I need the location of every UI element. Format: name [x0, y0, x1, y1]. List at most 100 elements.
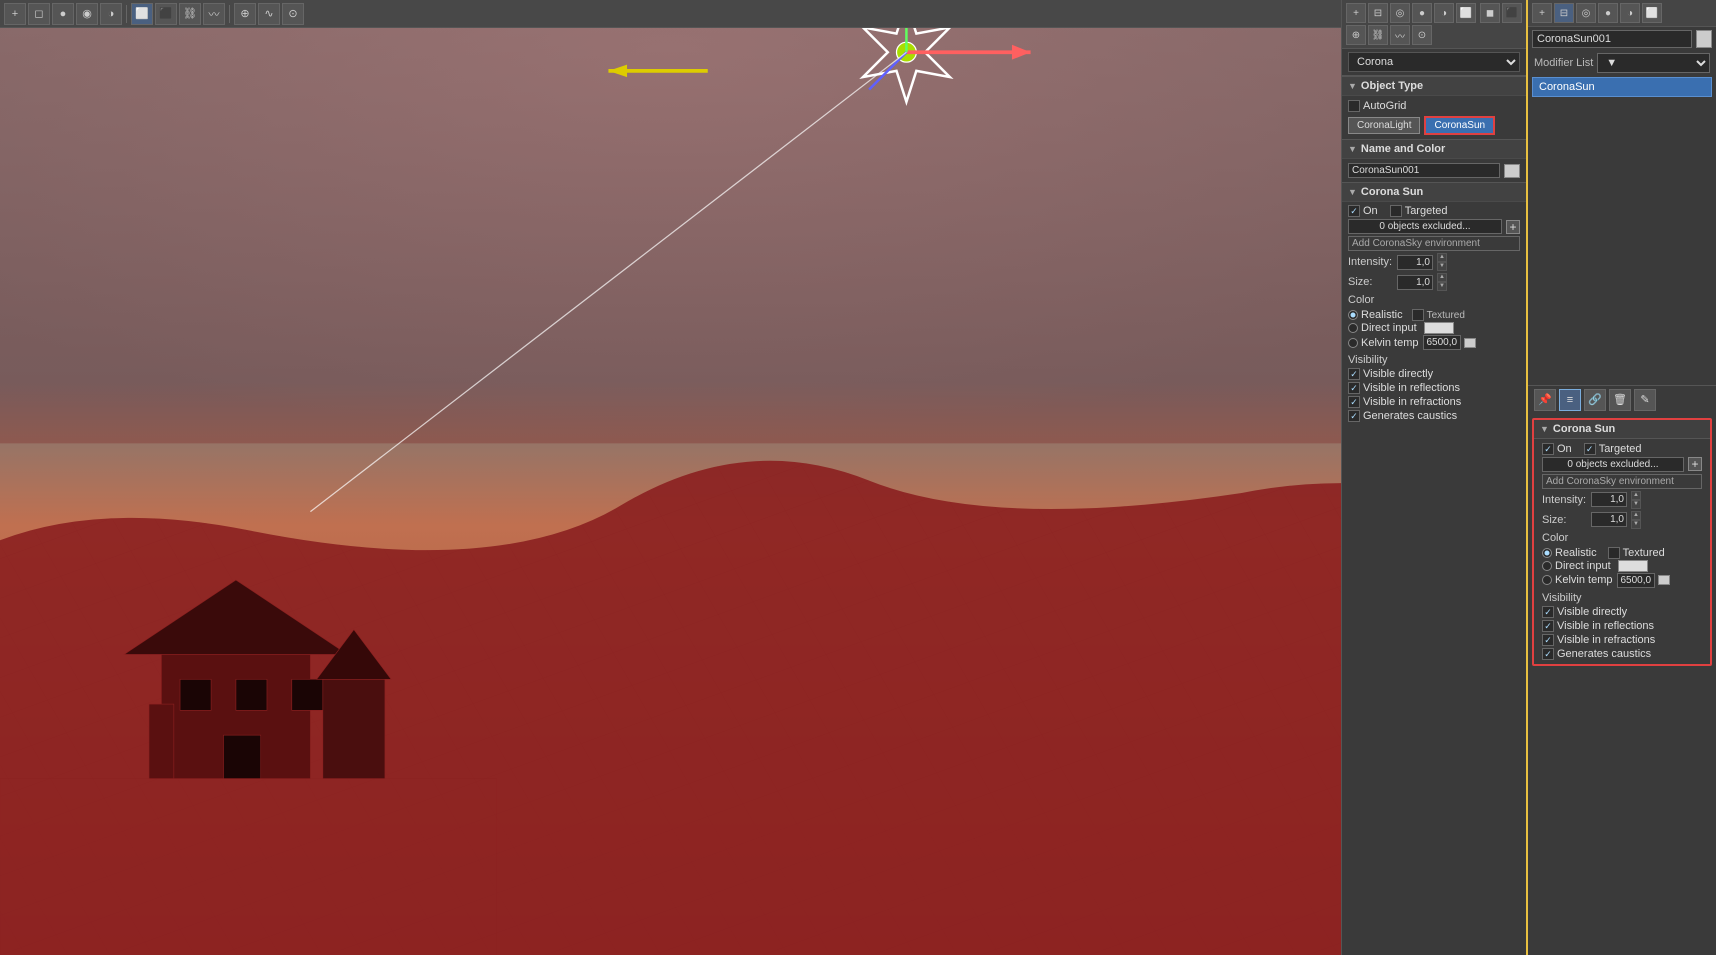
object-type-header[interactable]: ▼ Object Type — [1342, 76, 1526, 96]
mod-utilities-btn[interactable]: ⬜ — [1642, 3, 1662, 23]
cs-intensity-up[interactable]: ▲ — [1631, 491, 1641, 500]
cs-size-input[interactable] — [1591, 512, 1627, 527]
mod-modify-btn[interactable]: ⊟ — [1554, 3, 1574, 23]
size-input[interactable] — [1397, 275, 1433, 290]
mod-create-btn[interactable]: + — [1532, 3, 1552, 23]
kelvin-radio-label[interactable]: Kelvin temp — [1348, 335, 1520, 350]
autogrid-checkbox-label[interactable]: AutoGrid — [1348, 100, 1406, 112]
cs-targeted-text: Targeted — [1599, 443, 1642, 455]
tb-chain-btn[interactable]: ⛓ — [179, 3, 201, 25]
mod-edit-btn[interactable]: ✎ — [1634, 389, 1656, 411]
tb-tilde-btn[interactable]: ∿ — [258, 3, 280, 25]
cs-targeted-label[interactable]: Targeted — [1584, 443, 1642, 455]
kelvin-input[interactable] — [1423, 335, 1461, 350]
cs-on-label[interactable]: On — [1542, 443, 1572, 455]
cs-realistic-label[interactable]: Realistic Textured — [1542, 547, 1702, 559]
corona-sun-section-header[interactable]: ▼ Corona Sun — [1342, 182, 1526, 202]
modifier-name-input[interactable] — [1532, 30, 1692, 48]
chain-btn2[interactable]: ⛓ — [1368, 25, 1388, 45]
cs-intensity-input[interactable] — [1591, 492, 1627, 507]
mod-motion-btn[interactable]: ● — [1598, 3, 1618, 23]
display-btn[interactable]: ◑ — [1434, 3, 1454, 23]
textured-label-wrap[interactable]: Textured — [1412, 309, 1465, 321]
cs-kelvin-input[interactable] — [1617, 573, 1655, 588]
name-color-header[interactable]: ▼ Name and Color — [1342, 139, 1526, 159]
direct-input-radio-label[interactable]: Direct input — [1348, 322, 1520, 334]
size-down[interactable]: ▼ — [1437, 282, 1447, 291]
direct-input-swatch[interactable] — [1424, 322, 1454, 334]
config-btn[interactable]: ⊕ — [1346, 25, 1366, 45]
cs-size-up[interactable]: ▲ — [1631, 511, 1641, 520]
intensity-input[interactable] — [1397, 255, 1433, 270]
exclude-btn[interactable]: 0 objects excluded... — [1348, 219, 1502, 234]
viewport[interactable]: + ◻ ● ◉ ◑ ⬜ ⬛ ⛓ 〰 ⊕ ∿ ⊙ — [0, 0, 1341, 955]
visible-refractions-label[interactable]: Visible in refractions — [1348, 396, 1461, 408]
tb-ring-btn[interactable]: ◉ — [76, 3, 98, 25]
cs-size-spinner[interactable]: ▲ ▼ — [1631, 511, 1641, 529]
mod-hierarchy-btn[interactable]: ◎ — [1576, 3, 1596, 23]
cs-generates-caustics-label[interactable]: Generates caustics — [1542, 648, 1651, 660]
visible-directly-label[interactable]: Visible directly — [1348, 368, 1433, 380]
category-dropdown[interactable]: Corona — [1348, 52, 1520, 72]
cs-exclude-btn[interactable]: 0 objects excluded... — [1542, 457, 1684, 472]
create-tab-btn[interactable]: + — [4, 3, 26, 25]
corona-light-btn[interactable]: CoronaLight — [1348, 117, 1420, 134]
object-color-swatch[interactable] — [1504, 164, 1520, 178]
cs-direct-radio — [1542, 561, 1552, 571]
tb-circle-btn[interactable]: ● — [52, 3, 74, 25]
cs-exclude-add-btn[interactable]: + — [1688, 457, 1702, 471]
create-mode-btn[interactable]: + — [1346, 3, 1366, 23]
visible-reflections-label[interactable]: Visible in reflections — [1348, 382, 1460, 394]
cs-vis-directly-label[interactable]: Visible directly — [1542, 606, 1627, 618]
mod-display-btn[interactable]: ◑ — [1620, 3, 1640, 23]
pin-btn[interactable]: ◼ — [1480, 3, 1500, 23]
hierarchy-btn[interactable]: ◎ — [1390, 3, 1410, 23]
cs-add-sky-btn[interactable]: Add CoronaSky environment — [1542, 474, 1702, 489]
tb-half-btn[interactable]: ◑ — [100, 3, 122, 25]
generates-caustics-label[interactable]: Generates caustics — [1348, 410, 1457, 422]
cs-vis-reflections-label[interactable]: Visible in reflections — [1542, 620, 1654, 632]
modify-mode-btn[interactable]: ⊟ — [1368, 3, 1388, 23]
tb-cam-btn[interactable]: ⬜ — [131, 3, 153, 25]
intensity-spinner[interactable]: ▲ ▼ — [1437, 253, 1447, 271]
size-up[interactable]: ▲ — [1437, 273, 1447, 282]
utilities-btn[interactable]: ⬜ — [1456, 3, 1476, 23]
corona-sun-btn[interactable]: CoronaSun — [1424, 116, 1495, 135]
size-spinner[interactable]: ▲ ▼ — [1437, 273, 1447, 291]
modifier-item-coronasun[interactable]: CoronaSun — [1532, 77, 1712, 97]
realistic-radio-label[interactable]: Realistic Textured — [1348, 309, 1520, 321]
on-checkbox-label[interactable]: On — [1348, 205, 1378, 217]
exclude-add-btn[interactable]: + — [1506, 220, 1520, 234]
cs-size-down[interactable]: ▼ — [1631, 520, 1641, 529]
motion-btn[interactable]: ● — [1412, 3, 1432, 23]
orbit-btn[interactable]: ⊙ — [1412, 25, 1432, 45]
mod-motion-path-btn[interactable]: ≡ — [1559, 389, 1581, 411]
mod-pin-btn[interactable]: 📌 — [1534, 389, 1556, 411]
cs-kelvin-swatch[interactable] — [1658, 575, 1670, 585]
options-btn[interactable]: ⬛ — [1502, 3, 1522, 23]
wave2-btn[interactable]: 〰 — [1390, 25, 1410, 45]
modifier-color-swatch[interactable] — [1696, 30, 1712, 48]
cs-kelvin-label[interactable]: Kelvin temp — [1542, 573, 1702, 588]
tb-circle2-btn[interactable]: ⊙ — [282, 3, 304, 25]
cs-textured-wrap[interactable]: Textured — [1608, 547, 1665, 559]
modifier-list-dropdown[interactable]: ▼ — [1597, 53, 1710, 73]
cs-direct-input-label[interactable]: Direct input — [1542, 560, 1702, 572]
mod-link-btn[interactable]: 🔗 — [1584, 389, 1606, 411]
intensity-down[interactable]: ▼ — [1437, 262, 1447, 271]
cs-direct-text: Direct input — [1555, 560, 1611, 572]
add-sky-btn[interactable]: Add CoronaSky environment — [1348, 236, 1520, 251]
cs-direct-swatch[interactable] — [1618, 560, 1648, 572]
mod-delete-btn[interactable]: 🗑 — [1609, 389, 1631, 411]
object-name-input[interactable] — [1348, 163, 1500, 178]
intensity-up[interactable]: ▲ — [1437, 253, 1447, 262]
cs-intensity-spinner[interactable]: ▲ ▼ — [1631, 491, 1641, 509]
tb-square-btn[interactable]: ◻ — [28, 3, 50, 25]
tb-wave-btn[interactable]: 〰 — [203, 3, 225, 25]
tb-link-btn[interactable]: ⬛ — [155, 3, 177, 25]
tb-plus-btn[interactable]: ⊕ — [234, 3, 256, 25]
cs-intensity-down[interactable]: ▼ — [1631, 500, 1641, 509]
cs-vis-refractions-label[interactable]: Visible in refractions — [1542, 634, 1655, 646]
targeted-checkbox-label[interactable]: Targeted — [1390, 205, 1448, 217]
kelvin-swatch[interactable] — [1464, 338, 1476, 348]
